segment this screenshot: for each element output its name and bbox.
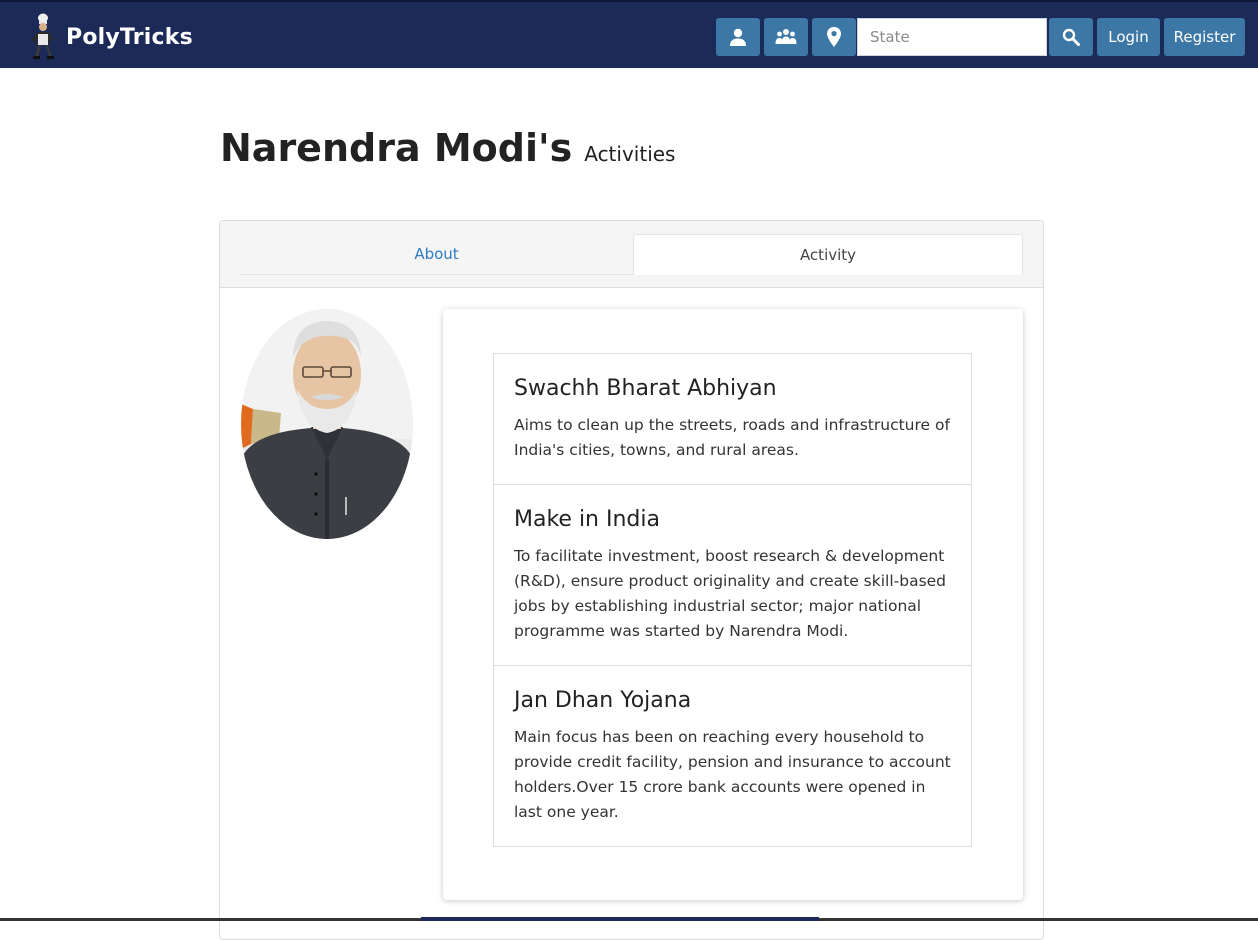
activity-card: Swachh Bharat Abhiyan Aims to clean up t… bbox=[443, 309, 1023, 900]
list-item: Make in India To facilitate investment, … bbox=[493, 484, 972, 666]
page-title: Narendra Modi's Activities bbox=[220, 126, 675, 170]
activity-description: Main focus has been on reaching every ho… bbox=[514, 728, 951, 821]
politician-name: Narendra Modi's bbox=[220, 126, 573, 170]
register-button[interactable]: Register bbox=[1164, 18, 1245, 56]
activity-title: Jan Dhan Yojana bbox=[514, 688, 692, 713]
map-pin-button[interactable] bbox=[812, 18, 856, 56]
activity-title: Make in India bbox=[514, 507, 660, 532]
navbar: PolyTricks Login Register bbox=[0, 0, 1258, 68]
activity-title: Swachh Bharat Abhiyan bbox=[514, 376, 777, 401]
list-item: Swachh Bharat Abhiyan Aims to clean up t… bbox=[493, 353, 972, 485]
page-subtitle: Activities bbox=[584, 142, 676, 166]
tab-about[interactable]: About bbox=[240, 234, 633, 275]
user-button[interactable] bbox=[716, 18, 760, 56]
group-button[interactable] bbox=[764, 18, 808, 56]
group-icon bbox=[775, 29, 797, 44]
chef-logo-icon bbox=[31, 13, 54, 59]
list-item: Jan Dhan Yojana Main focus has been on r… bbox=[493, 665, 972, 847]
footer-bar bbox=[421, 917, 819, 921]
activity-description: Aims to clean up the streets, roads and … bbox=[514, 416, 950, 459]
activity-description: To facilitate investment, boost research… bbox=[514, 547, 947, 640]
tab-bar: About Activity bbox=[220, 221, 1043, 288]
politician-portrait bbox=[241, 309, 413, 539]
state-search-input[interactable] bbox=[857, 18, 1047, 56]
activity-list: Swachh Bharat Abhiyan Aims to clean up t… bbox=[493, 353, 972, 847]
brand-link[interactable]: PolyTricks bbox=[28, 12, 193, 62]
search-icon bbox=[1062, 28, 1080, 46]
tab-activity[interactable]: Activity bbox=[633, 234, 1023, 275]
map-pin-icon bbox=[827, 27, 841, 47]
brand-name: PolyTricks bbox=[66, 24, 193, 50]
login-button[interactable]: Login bbox=[1097, 18, 1160, 56]
user-icon bbox=[730, 28, 746, 46]
profile-panel: About Activity Swachh Bharat Abhiyan Aim… bbox=[219, 220, 1044, 940]
search-button[interactable] bbox=[1049, 18, 1093, 56]
